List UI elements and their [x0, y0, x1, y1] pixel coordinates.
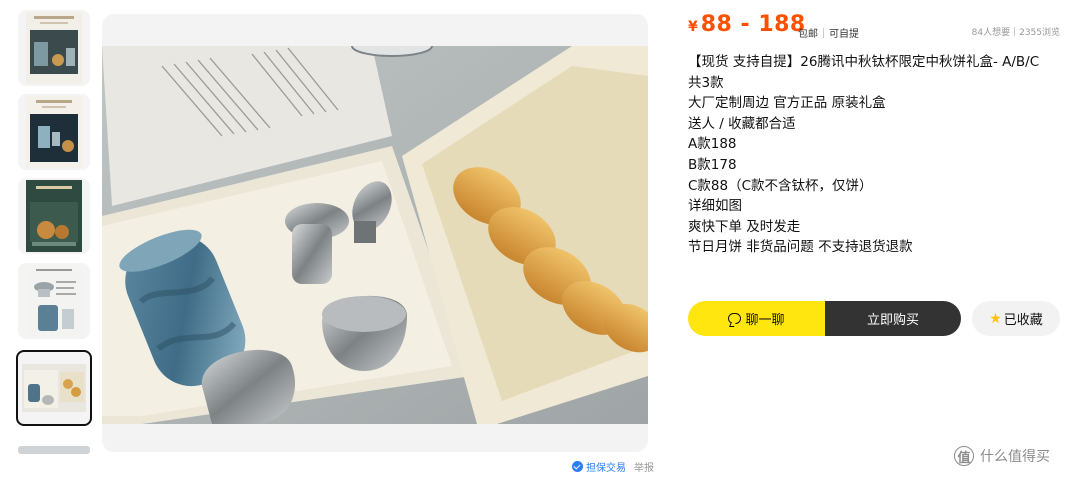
wants-count: 84人想要: [971, 28, 1011, 38]
product-photo: [102, 46, 648, 424]
thumbnail-1[interactable]: [18, 10, 90, 86]
thumbnail-5-image: [22, 364, 86, 412]
watermark-text: 什么值得买: [980, 449, 1050, 465]
description-line: 爽快下单 及时发走: [688, 218, 801, 235]
chat-button[interactable]: 聊一聊: [688, 301, 825, 336]
favorite-label: 已收藏: [1003, 313, 1043, 328]
thumbnail-2-image: [26, 96, 82, 168]
thumbnail-5-selected[interactable]: [16, 350, 92, 426]
thumbnail-strip: [16, 10, 92, 478]
views-count: 2355浏览: [1019, 28, 1060, 38]
description-line: 【现货 支持自提】26腾讯中秋钛杯限定中秋饼礼盒- A/B/C: [688, 54, 1040, 70]
currency-symbol: ¥: [688, 19, 698, 35]
buy-now-label: 立即购买: [866, 313, 919, 328]
description-line: 共3款: [688, 74, 724, 91]
thumbnail-2[interactable]: [18, 94, 90, 170]
shield-check-icon: [572, 460, 583, 472]
guarantee-link[interactable]: 担保交易: [572, 459, 626, 474]
item-stats: 84人想要 2355浏览: [972, 25, 1060, 38]
bottom-links: 担保交易 举报: [572, 458, 654, 474]
description-line: A款188: [688, 136, 737, 153]
description-line: B款178: [688, 156, 737, 173]
watermark: 值 什么值得买: [954, 446, 1050, 466]
description-line: 大厂定制周边 官方正品 原装礼盒: [688, 95, 886, 112]
description-line: C款88（C款不含钛杯，仅饼）: [688, 177, 873, 194]
shipping-tag-free: 包邮: [798, 29, 818, 40]
chat-button-label: 聊一聊: [745, 313, 785, 328]
action-button-group: 聊一聊 立即购买: [688, 301, 961, 336]
watermark-logo: 值: [954, 446, 974, 466]
thumbnail-3-image: [26, 180, 82, 252]
item-description: 【现货 支持自提】26腾讯中秋钛杯限定中秋饼礼盒- A/B/C 共3款 大厂定制…: [688, 52, 1064, 258]
guarantee-label: 担保交易: [586, 462, 626, 474]
thumbnail-4[interactable]: [18, 263, 90, 339]
shipping-tag-pickup: 可自提: [829, 29, 859, 40]
price-row: ¥ 88 - 188: [688, 12, 806, 42]
thumbnail-3[interactable]: [18, 178, 90, 254]
favorite-button[interactable]: ★ 已收藏: [972, 301, 1060, 336]
description-line: 送人 / 收藏都合适: [688, 115, 796, 132]
shipping-tags: 包邮 可自提: [798, 25, 859, 40]
report-link[interactable]: 举报: [634, 459, 654, 474]
description-line: 详细如图: [688, 198, 742, 215]
divider: [823, 27, 824, 38]
thumbnail-1-image: [26, 12, 82, 84]
divider: [1014, 27, 1016, 36]
thumbnail-4-image: [26, 265, 82, 337]
buy-now-button[interactable]: 立即购买: [825, 301, 961, 336]
thumbnail-6-partial[interactable]: [18, 446, 90, 454]
description-line: 节日月饼 非货品问题 不支持退货退款: [688, 239, 913, 256]
main-image-frame[interactable]: [102, 14, 648, 452]
star-icon: ★: [989, 310, 1002, 327]
price-range: 88 - 188: [700, 12, 806, 37]
chat-bubble-icon: [728, 313, 742, 324]
